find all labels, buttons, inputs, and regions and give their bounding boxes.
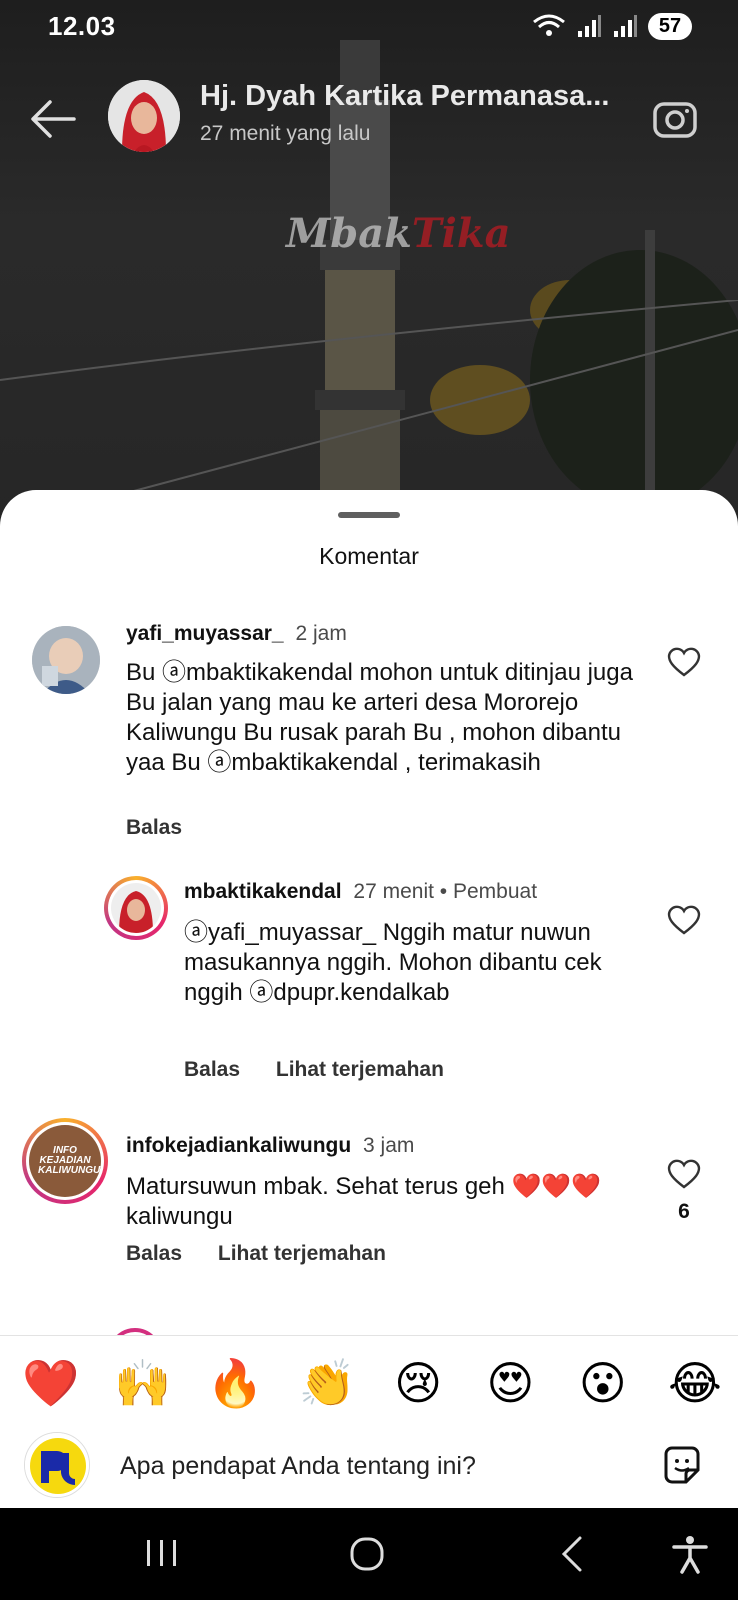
reply-button[interactable]: Balas: [126, 1242, 182, 1265]
reply-button[interactable]: Balas: [126, 816, 182, 839]
comment-actions: Balas: [126, 816, 212, 840]
emoji-heart[interactable]: ❤️: [22, 1356, 79, 1410]
comment-text: Bu ⓐmbaktikakendal mohon untuk ditinjau …: [126, 659, 633, 776]
author-avatar[interactable]: [108, 80, 180, 152]
reply-text: ⓐyafi_muyassar_ Nggih matur nuwun masuka…: [184, 919, 602, 1006]
comment-input-row: Apa pendapat Anda tentang ini?: [0, 1432, 738, 1502]
comment-time: 3 jam: [363, 1134, 415, 1157]
story-timestamp: 27 menit yang lalu: [200, 122, 371, 145]
creator-portrait-image: [111, 883, 161, 933]
comment-actions: Balas Lihat terjemahan: [126, 1242, 416, 1266]
emoji-raised-hands[interactable]: 🙌: [114, 1356, 171, 1410]
story-watermark: MbakTika: [286, 210, 510, 257]
quick-reaction-row: ❤️ 🙌 🔥 👏 😢 😍 😮 😂: [22, 1356, 722, 1410]
status-time: 12.03: [48, 10, 116, 41]
avatar-logo-wrap: INFO KEJADIAN KALIWUNGU: [29, 1125, 101, 1197]
compose-bar: ❤️ 🙌 🔥 👏 😢 😍 😮 😂 Apa pendapat Anda tenta…: [0, 1335, 738, 1508]
signal-2-icon: [614, 15, 637, 37]
power-lines: [0, 300, 738, 500]
watermark-accent-text: Tika: [411, 210, 511, 257]
like-heart-icon[interactable]: [667, 646, 701, 678]
like-heart-icon[interactable]: [667, 904, 701, 936]
like-count: 6: [678, 1200, 690, 1223]
baby-photo-image: [32, 626, 100, 694]
comment-header: infokejadiankaliwungu 3 jam: [126, 1134, 414, 1158]
reply-button[interactable]: Balas: [184, 1058, 240, 1081]
pu-logo-image: [25, 1433, 89, 1497]
system-nav-bar: [0, 1508, 738, 1600]
story-author-name[interactable]: Hj. Dyah Kartika Permanasa...: [200, 80, 640, 113]
back-nav-icon[interactable]: [552, 1534, 596, 1574]
emoji-heart-eyes[interactable]: 😍: [483, 1356, 537, 1410]
watermark-text: Mbak: [286, 210, 412, 257]
author-portrait-image: [108, 80, 180, 152]
avatar-ring-inner: [108, 880, 164, 936]
reply-username[interactable]: mbaktikakendal: [184, 880, 342, 903]
comment-header: yafi_muyassar_ 2 jam: [126, 622, 347, 646]
creator-avatar[interactable]: [104, 876, 168, 940]
like-heart-icon[interactable]: [667, 1158, 701, 1190]
status-bar: 12.03 57: [0, 0, 738, 52]
avatar-logo-text: INFO KEJADIAN KALIWUNGU: [38, 1145, 101, 1176]
recent-apps-icon[interactable]: [140, 1534, 184, 1574]
back-arrow-icon[interactable]: [28, 96, 78, 142]
sticker-icon[interactable]: [660, 1444, 704, 1488]
battery-indicator: 57: [648, 12, 692, 40]
reply-time: 27 menit • Pembuat: [353, 880, 538, 903]
avatar-ring-inner: INFO KEJADIAN KALIWUNGU: [26, 1122, 104, 1200]
reply-header: mbaktikakendal 27 menit • Pembuat: [184, 880, 537, 904]
emoji-surprised[interactable]: 😮: [576, 1356, 630, 1410]
emoji-crying[interactable]: 😢: [391, 1356, 445, 1410]
sheet-drag-handle[interactable]: [338, 512, 400, 518]
comment-username[interactable]: infokejadiankaliwungu: [126, 1134, 351, 1157]
comment-input[interactable]: Apa pendapat Anda tentang ini?: [120, 1452, 476, 1481]
infokejadian-avatar[interactable]: INFO KEJADIAN KALIWUNGU: [22, 1118, 108, 1204]
emoji-laughing[interactable]: 😂: [668, 1356, 722, 1410]
my-avatar: [24, 1432, 90, 1498]
wifi-icon: [533, 14, 565, 36]
home-icon[interactable]: [346, 1534, 390, 1574]
avatar-photo-wrap: [111, 883, 161, 933]
emoji-clap[interactable]: 👏: [299, 1356, 356, 1410]
signal-icon: [578, 15, 601, 37]
commenter-avatar[interactable]: [32, 626, 100, 694]
reply-actions: Balas Lihat terjemahan: [184, 1058, 474, 1082]
comment-username[interactable]: yafi_muyassar_: [126, 622, 284, 645]
see-translation-button[interactable]: Lihat terjemahan: [218, 1242, 386, 1265]
see-translation-button[interactable]: Lihat terjemahan: [276, 1058, 444, 1081]
story-header: Hj. Dyah Kartika Permanasa... 27 menit y…: [0, 70, 738, 170]
emoji-fire[interactable]: 🔥: [207, 1356, 264, 1410]
accessibility-icon[interactable]: [668, 1534, 712, 1574]
sheet-title: Komentar: [319, 543, 419, 569]
comment-text: Matursuwun mbak. Sehat terus geh ❤️❤️❤️ …: [126, 1173, 602, 1230]
camera-icon[interactable]: [652, 96, 698, 142]
comment-time: 2 jam: [295, 622, 347, 645]
status-icons: 57: [532, 12, 692, 40]
